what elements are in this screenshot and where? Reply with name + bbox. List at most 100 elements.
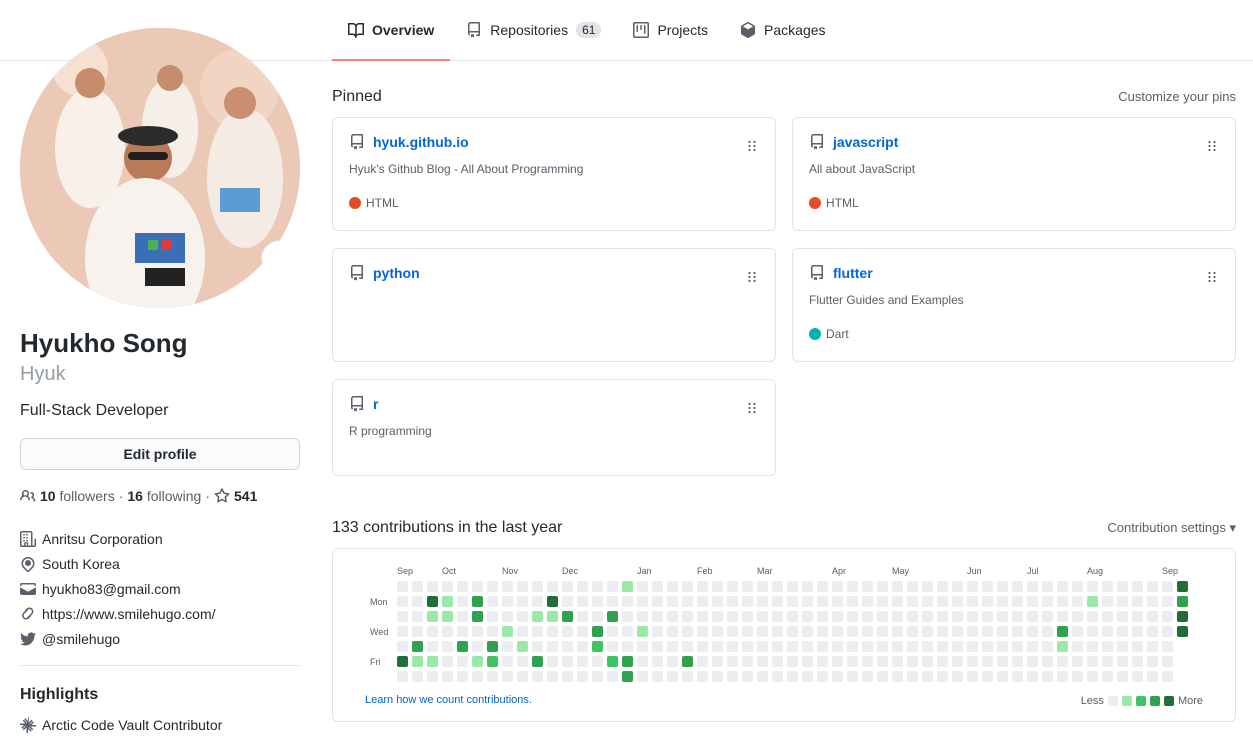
contribution-day[interactable] xyxy=(457,641,468,652)
avatar[interactable] xyxy=(20,28,300,308)
contribution-day[interactable] xyxy=(547,581,558,592)
contribution-day[interactable] xyxy=(772,596,783,607)
contribution-day[interactable] xyxy=(697,626,708,637)
contribution-day[interactable] xyxy=(592,611,603,622)
contribution-day[interactable] xyxy=(892,611,903,622)
contribution-day[interactable] xyxy=(922,596,933,607)
contribution-day[interactable] xyxy=(667,626,678,637)
contribution-day[interactable] xyxy=(757,641,768,652)
contribution-day[interactable] xyxy=(832,626,843,637)
contribution-day[interactable] xyxy=(652,611,663,622)
contribution-day[interactable] xyxy=(397,611,408,622)
contribution-day[interactable] xyxy=(1057,671,1068,682)
contribution-day[interactable] xyxy=(937,596,948,607)
contribution-day[interactable] xyxy=(742,641,753,652)
followers-link[interactable]: 10 followers xyxy=(40,488,115,504)
contribution-day[interactable] xyxy=(1177,626,1188,637)
contribution-day[interactable] xyxy=(877,611,888,622)
contribution-day[interactable] xyxy=(547,656,558,667)
contribution-day[interactable] xyxy=(1147,641,1158,652)
pinned-repo-name[interactable]: python xyxy=(373,265,420,281)
contribution-day[interactable] xyxy=(892,656,903,667)
contribution-day[interactable] xyxy=(802,626,813,637)
customize-pins-link[interactable]: Customize your pins xyxy=(1118,89,1236,104)
contribution-day[interactable] xyxy=(517,641,528,652)
contribution-day[interactable] xyxy=(1012,596,1023,607)
contribution-day[interactable] xyxy=(937,641,948,652)
contribution-day[interactable] xyxy=(1072,596,1083,607)
contribution-day[interactable] xyxy=(1177,581,1188,592)
contribution-day[interactable] xyxy=(1012,581,1023,592)
contribution-day[interactable] xyxy=(502,626,513,637)
contribution-day[interactable] xyxy=(577,581,588,592)
contribution-day[interactable] xyxy=(847,671,858,682)
contribution-day[interactable] xyxy=(457,611,468,622)
contribution-day[interactable] xyxy=(712,596,723,607)
contribution-day[interactable] xyxy=(787,596,798,607)
contribution-day[interactable] xyxy=(472,656,483,667)
contribution-day[interactable] xyxy=(607,626,618,637)
contribution-day[interactable] xyxy=(1042,671,1053,682)
contribution-day[interactable] xyxy=(907,626,918,637)
contribution-day[interactable] xyxy=(457,581,468,592)
contribution-day[interactable] xyxy=(652,581,663,592)
contribution-day[interactable] xyxy=(952,656,963,667)
contribution-day[interactable] xyxy=(622,626,633,637)
contribution-day[interactable] xyxy=(982,671,993,682)
contribution-day[interactable] xyxy=(1177,611,1188,622)
contribution-day[interactable] xyxy=(397,641,408,652)
contribution-day[interactable] xyxy=(802,581,813,592)
contribution-day[interactable] xyxy=(487,596,498,607)
website-link[interactable]: https://www.smilehugo.com/ xyxy=(42,606,216,622)
contribution-day[interactable] xyxy=(772,581,783,592)
contribution-day[interactable] xyxy=(1102,581,1113,592)
contribution-day[interactable] xyxy=(997,581,1008,592)
contribution-day[interactable] xyxy=(397,626,408,637)
contribution-day[interactable] xyxy=(487,641,498,652)
contribution-day[interactable] xyxy=(832,656,843,667)
contribution-day[interactable] xyxy=(1072,611,1083,622)
contribution-day[interactable] xyxy=(1042,641,1053,652)
contribution-day[interactable] xyxy=(1132,641,1143,652)
contribution-day[interactable] xyxy=(802,671,813,682)
contribution-day[interactable] xyxy=(982,656,993,667)
contribution-day[interactable] xyxy=(952,641,963,652)
contribution-day[interactable] xyxy=(847,611,858,622)
contribution-day[interactable] xyxy=(502,596,513,607)
contribution-day[interactable] xyxy=(397,656,408,667)
contribution-day[interactable] xyxy=(697,611,708,622)
contribution-day[interactable] xyxy=(667,656,678,667)
contribution-day[interactable] xyxy=(427,581,438,592)
contribution-day[interactable] xyxy=(1147,596,1158,607)
contribution-day[interactable] xyxy=(427,626,438,637)
contribution-day[interactable] xyxy=(427,611,438,622)
contribution-day[interactable] xyxy=(397,671,408,682)
contribution-day[interactable] xyxy=(1132,671,1143,682)
contribution-day[interactable] xyxy=(1117,626,1128,637)
contribution-day[interactable] xyxy=(1132,611,1143,622)
contribution-day[interactable] xyxy=(712,656,723,667)
contribution-day[interactable] xyxy=(1072,641,1083,652)
contribution-day[interactable] xyxy=(967,581,978,592)
detail-website[interactable]: https://www.smilehugo.com/ xyxy=(20,601,300,626)
contribution-day[interactable] xyxy=(1012,641,1023,652)
contribution-day[interactable] xyxy=(1147,671,1158,682)
contribution-day[interactable] xyxy=(1072,671,1083,682)
contribution-day[interactable] xyxy=(412,611,423,622)
contribution-day[interactable] xyxy=(1087,641,1098,652)
contribution-day[interactable] xyxy=(907,581,918,592)
contribution-day[interactable] xyxy=(1102,626,1113,637)
highlight-arctic-vault[interactable]: Arctic Code Vault Contributor xyxy=(20,717,300,734)
email-link[interactable]: hyukho83@gmail.com xyxy=(42,581,181,597)
contribution-day[interactable] xyxy=(817,626,828,637)
contribution-day[interactable] xyxy=(487,611,498,622)
contribution-day[interactable] xyxy=(442,596,453,607)
contribution-day[interactable] xyxy=(772,656,783,667)
tab-projects[interactable]: Projects xyxy=(617,0,724,60)
contribution-day[interactable] xyxy=(1072,626,1083,637)
contribution-day[interactable] xyxy=(1162,641,1173,652)
contribution-day[interactable] xyxy=(787,626,798,637)
contribution-day[interactable] xyxy=(562,641,573,652)
contribution-day[interactable] xyxy=(787,656,798,667)
contribution-day[interactable] xyxy=(937,626,948,637)
